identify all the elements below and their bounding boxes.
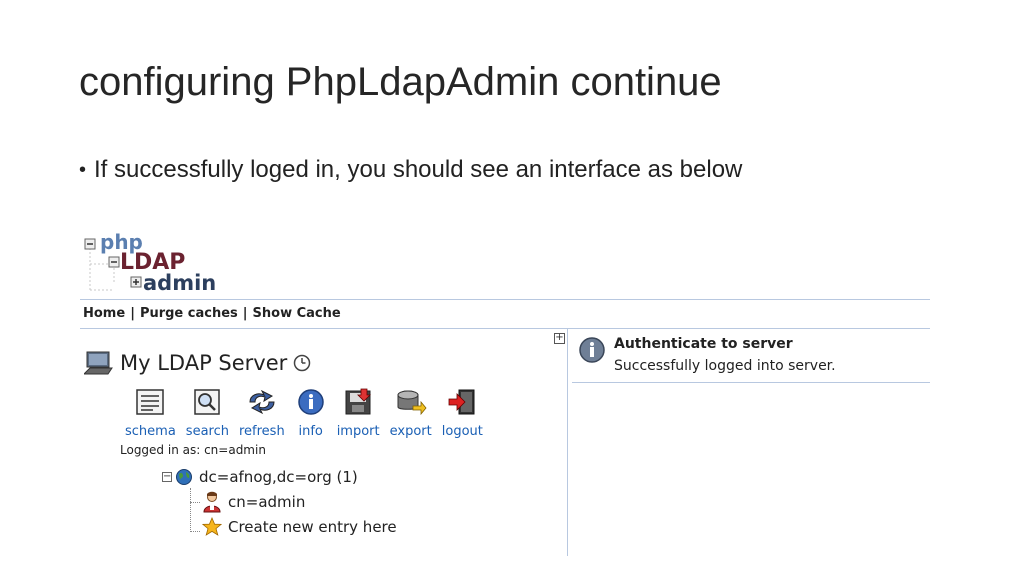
tree-entry-create-label[interactable]: Create new entry here <box>228 518 397 536</box>
info-button[interactable]: info <box>295 386 327 439</box>
column-divider <box>567 329 568 556</box>
server-name[interactable]: My LDAP Server <box>120 351 287 375</box>
menu-divider <box>80 328 930 329</box>
menu-purge-caches-link[interactable]: Purge caches <box>140 306 238 321</box>
expand-panel-button[interactable]: + <box>554 333 565 344</box>
refresh-icon <box>249 389 275 415</box>
tree-entry-admin-label[interactable]: cn=admin <box>228 493 305 511</box>
menu-show-cache-link[interactable]: Show Cache <box>253 306 341 321</box>
info-icon <box>297 389 324 415</box>
import-icon <box>345 388 372 415</box>
logout-label: logout <box>441 424 483 439</box>
logged-in-status: Logged in as: cn=admin <box>120 443 266 457</box>
top-menu: Home | Purge caches | Show Cache <box>83 306 341 321</box>
import-label: import <box>336 424 380 439</box>
server-toolbar: schema search refresh info import export… <box>125 386 493 439</box>
server-computer-icon <box>84 351 113 375</box>
schema-button[interactable]: schema <box>125 386 176 439</box>
phpldapadmin-screenshot: php LDAP admin Home | Purge caches | Show Ca… <box>80 226 930 556</box>
tree-root-label[interactable]: dc=afnog,dc=org (1) <box>199 468 358 486</box>
export-label: export <box>389 424 432 439</box>
bullet-dot: • <box>79 158 87 181</box>
search-button[interactable]: search <box>186 386 229 439</box>
tree-entry-admin[interactable]: cn=admin <box>202 491 305 513</box>
menu-home-link[interactable]: Home <box>83 306 125 321</box>
slide-bullet: • If successfully loged in, you should s… <box>79 156 742 184</box>
user-icon <box>203 491 221 513</box>
export-button[interactable]: export <box>390 386 432 439</box>
refresh-button[interactable]: refresh <box>239 386 285 439</box>
menu-separator: | <box>130 306 135 321</box>
tree-root-entry[interactable]: − dc=afnog,dc=org (1) <box>162 468 358 486</box>
globe-icon <box>176 469 192 485</box>
tree-entry-create[interactable]: Create new entry here <box>202 517 397 537</box>
slide-title: configuring PhpLdapAdmin continue <box>79 60 722 104</box>
auth-title: Authenticate to server <box>614 336 793 352</box>
info-label: info <box>298 424 323 439</box>
auth-message-panel: Authenticate to server Successfully logg… <box>578 336 836 374</box>
clock-icon <box>294 354 311 372</box>
auth-divider <box>572 382 930 383</box>
search-label: search <box>185 424 229 439</box>
schema-icon <box>136 389 165 415</box>
export-icon <box>397 390 427 416</box>
logout-button[interactable]: logout <box>442 386 483 439</box>
star-icon <box>202 517 222 536</box>
tree-connector <box>190 488 191 532</box>
header-divider <box>80 299 930 300</box>
auth-message: Successfully logged into server. <box>614 358 836 374</box>
collapse-toggle[interactable]: − <box>162 472 172 482</box>
phpldapadmin-logo: php LDAP admin <box>84 230 216 295</box>
bullet-text: If successfully loged in, you should see… <box>94 156 743 183</box>
logout-icon <box>448 389 475 415</box>
search-icon <box>194 389 221 415</box>
info-circle-icon <box>579 337 605 363</box>
tree-connector <box>190 502 200 503</box>
import-button[interactable]: import <box>337 386 380 439</box>
server-header: My LDAP Server <box>84 350 311 376</box>
svg-text:admin: admin <box>143 271 216 295</box>
tree-connector <box>190 531 200 532</box>
refresh-label: refresh <box>238 424 285 439</box>
menu-separator: | <box>242 306 248 321</box>
schema-label: schema <box>125 424 176 439</box>
